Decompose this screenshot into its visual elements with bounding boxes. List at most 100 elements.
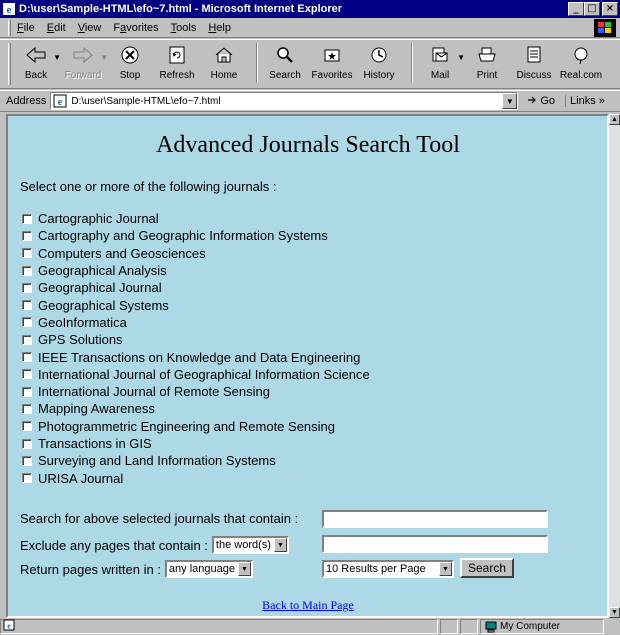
svg-text:e: e — [7, 622, 11, 631]
menu-view[interactable]: View — [78, 22, 102, 34]
journal-label: Photogrammetric Engineering and Remote S… — [38, 418, 336, 434]
journal-label: Surveying and Land Information Systems — [38, 453, 276, 469]
exclude-row: Exclude any pages that contain : the wor… — [20, 536, 289, 554]
status-main: e — [0, 619, 438, 634]
journal-checkbox[interactable] — [22, 438, 32, 449]
chevron-down-icon: ▼ — [439, 562, 452, 576]
home-icon — [212, 43, 236, 67]
links-button[interactable]: Links » — [565, 95, 605, 107]
mail-icon — [428, 43, 452, 67]
menu-bar: File Edit View Favorites Tools Help — [0, 18, 620, 38]
journal-label: Geographical Journal — [38, 280, 162, 296]
journal-item: Geographical Systems — [22, 296, 370, 313]
forward-button[interactable]: Forward ▼ — [62, 43, 108, 81]
search-button[interactable]: Search — [460, 558, 514, 578]
search-icon — [273, 43, 297, 67]
journal-checkbox[interactable] — [22, 352, 32, 363]
realcom-button[interactable]: Real.com — [560, 43, 602, 81]
menu-edit[interactable]: Edit — [47, 22, 66, 34]
forward-label: Forward — [64, 70, 102, 81]
menu-file[interactable]: File — [17, 22, 35, 34]
journal-checkbox[interactable] — [22, 403, 32, 414]
back-arrow-icon — [24, 43, 48, 67]
print-button[interactable]: Print — [466, 43, 508, 81]
exclude-type-select[interactable]: the word(s) ▼ — [211, 536, 289, 554]
discuss-label: Discuss — [516, 70, 552, 81]
menu-favorites[interactable]: Favorites — [113, 22, 158, 34]
go-arrow-icon — [526, 94, 540, 109]
search-contain-input[interactable] — [322, 510, 548, 528]
language-row: Return pages written in : any language ▼ — [20, 560, 253, 578]
journal-checkbox[interactable] — [22, 386, 32, 397]
mail-label: Mail — [430, 70, 450, 81]
refresh-icon — [165, 43, 189, 67]
home-button[interactable]: Home — [203, 43, 245, 81]
address-dropdown-icon[interactable]: ▼ — [502, 93, 518, 109]
go-button[interactable]: Go — [526, 94, 555, 109]
refresh-button[interactable]: Refresh — [156, 43, 198, 81]
language-value: any language — [168, 563, 235, 575]
maximize-button[interactable]: □ — [584, 2, 600, 16]
language-label: Return pages written in : — [20, 561, 161, 577]
history-button[interactable]: History — [358, 43, 400, 81]
journal-item: Photogrammetric Engineering and Remote S… — [22, 418, 370, 435]
journal-label: URISA Journal — [38, 470, 124, 486]
discuss-button[interactable]: Discuss — [513, 43, 555, 81]
favorites-button[interactable]: Favorites — [311, 43, 353, 81]
back-label: Back — [24, 70, 48, 81]
vertical-scrollbar[interactable]: ▲ ▼ — [609, 114, 620, 618]
journal-item: GPS Solutions — [22, 331, 370, 348]
journal-checkbox[interactable] — [22, 334, 32, 345]
menu-view-mnemonic: V — [77, 21, 85, 34]
journal-instructions: Select one or more of the following jour… — [20, 179, 277, 194]
journal-checkbox[interactable] — [22, 473, 32, 484]
journal-list: Cartographic Journal Cartography and Geo… — [22, 210, 370, 487]
menu-help-mnemonic: H — [208, 21, 217, 34]
back-to-main-link[interactable]: Back to Main Page — [8, 598, 607, 613]
page-content: Advanced Journals Search Tool Select one… — [6, 114, 609, 618]
menubar-grip[interactable] — [8, 19, 11, 36]
journal-checkbox[interactable] — [22, 369, 32, 380]
journal-checkbox[interactable] — [22, 213, 32, 224]
journal-label: GeoInformatica — [38, 314, 127, 330]
window-titlebar[interactable]: e D:\user\Sample-HTML\efo~7.html - Micro… — [0, 0, 620, 18]
minimize-button[interactable]: _ — [568, 2, 584, 16]
journal-label: International Journal of Remote Sensing — [38, 384, 270, 400]
journal-checkbox[interactable] — [22, 421, 32, 432]
journal-label: Cartography and Geographic Information S… — [38, 228, 328, 244]
journal-checkbox[interactable] — [22, 282, 32, 293]
journal-checkbox[interactable] — [22, 300, 32, 311]
menu-tools[interactable]: Tools — [171, 22, 197, 34]
scroll-down-icon[interactable]: ▼ — [609, 607, 620, 618]
journal-checkbox[interactable] — [22, 455, 32, 466]
menu-help[interactable]: Help — [208, 22, 231, 34]
stop-button[interactable]: Stop — [109, 43, 151, 81]
scroll-up-icon[interactable]: ▲ — [609, 114, 620, 125]
mail-dropdown-icon[interactable]: ▼ — [457, 53, 465, 62]
back-button[interactable]: Back ▼ — [15, 43, 61, 81]
forward-dropdown-icon[interactable]: ▼ — [100, 53, 108, 62]
close-button[interactable]: × — [602, 2, 618, 16]
exclude-input[interactable] — [322, 535, 548, 553]
journal-item: Cartography and Geographic Information S… — [22, 227, 370, 244]
refresh-label: Refresh — [159, 70, 195, 81]
status-zone: My Computer — [480, 619, 604, 634]
results-per-page-select[interactable]: 10 Results per Page ▼ — [322, 560, 454, 578]
search-toolbar-button[interactable]: Search — [264, 43, 306, 81]
journal-label: IEEE Transactions on Knowledge and Data … — [38, 349, 361, 365]
journal-checkbox[interactable] — [22, 265, 32, 276]
stop-label: Stop — [119, 70, 141, 81]
back-dropdown-icon[interactable]: ▼ — [53, 53, 61, 62]
address-label: Address — [6, 95, 47, 107]
search-contain-row: Search for above selected journals that … — [20, 511, 298, 526]
journal-checkbox[interactable] — [22, 317, 32, 328]
mail-button[interactable]: Mail ▼ — [419, 43, 465, 81]
toolbar-grip[interactable] — [8, 43, 11, 85]
journal-label: Geographical Analysis — [38, 263, 167, 279]
journal-checkbox[interactable] — [22, 230, 32, 241]
language-select[interactable]: any language ▼ — [164, 560, 253, 578]
address-input[interactable]: e D:\user\Sample-HTML\efo~7.html ▼ — [50, 92, 519, 110]
status-cell-progress — [440, 619, 458, 634]
journal-checkbox[interactable] — [22, 248, 32, 259]
svg-text:e: e — [58, 97, 63, 108]
